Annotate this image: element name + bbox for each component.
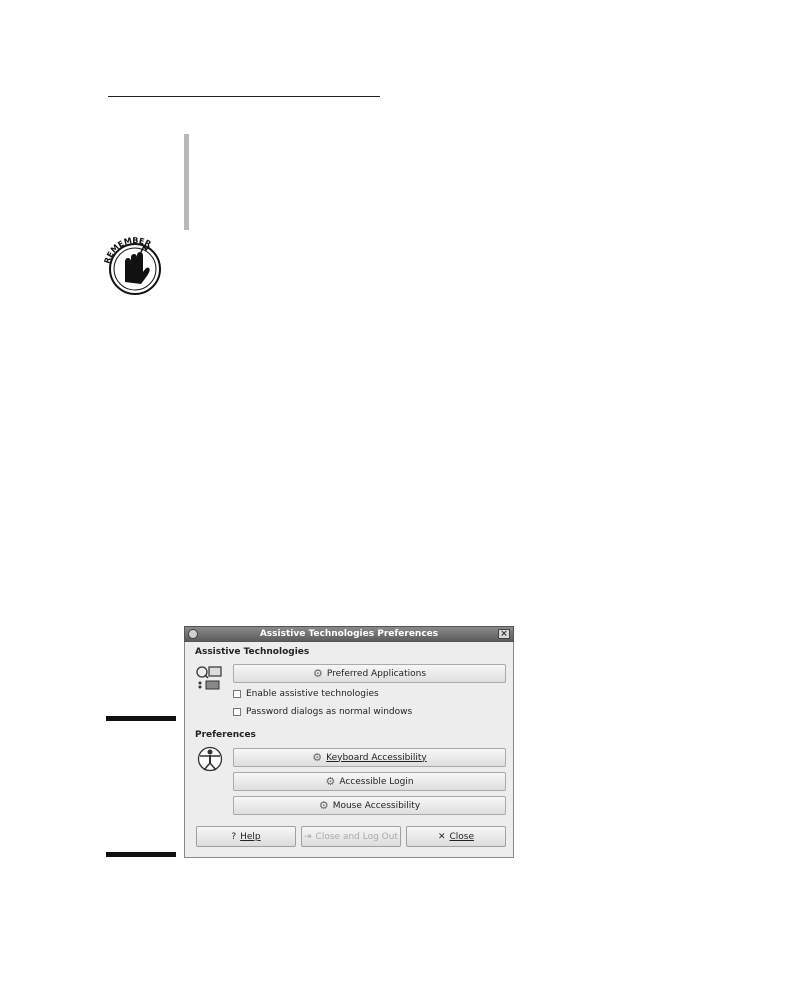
section-assistive-heading: Assistive Technologies [195, 647, 310, 657]
section-preferences-heading: Preferences [195, 730, 256, 740]
close-button[interactable]: ✕ Close [406, 826, 506, 847]
enable-assistive-checkbox[interactable]: Enable assistive technologies [233, 689, 379, 699]
sidebar-accent-bar [184, 134, 189, 230]
margin-rule-upper [106, 716, 176, 721]
preferences-dialog: Assistive Technologies Preferences × Ass… [184, 626, 514, 858]
accessible-login-button[interactable]: ⚙ Accessible Login [233, 772, 506, 791]
help-label: Help [240, 831, 261, 842]
dialog-title: Assistive Technologies Preferences [259, 629, 439, 639]
close-and-log-out-button[interactable]: ⇥ Close and Log Out [301, 826, 401, 847]
close-icon: ✕ [437, 831, 446, 842]
close-label: Close [449, 831, 475, 842]
window-menu-icon[interactable] [188, 629, 198, 639]
mouse-accessibility-button[interactable]: ⚙ Mouse Accessibility [233, 796, 506, 815]
window-close-icon[interactable]: × [498, 629, 510, 639]
gear-icon: ⚙ [312, 667, 323, 680]
dialog-titlebar: Assistive Technologies Preferences × [184, 626, 514, 642]
keyboard-accessibility-label: Keyboard Accessibility [326, 752, 427, 763]
password-dialogs-checkbox[interactable]: Password dialogs as normal windows [233, 707, 412, 717]
preferred-applications-button[interactable]: ⚙ Preferred Applications [233, 664, 506, 683]
checkbox-box[interactable] [233, 690, 241, 698]
enable-assistive-label: Enable assistive technologies [246, 689, 379, 699]
top-rule [108, 96, 380, 97]
preferred-applications-label: Preferred Applications [326, 668, 427, 679]
gear-icon: ⚙ [312, 751, 323, 764]
remember-icon: REMEMBER [103, 236, 161, 295]
help-button[interactable]: ? Help [196, 826, 296, 847]
gear-icon: ⚙ [325, 775, 336, 788]
password-dialogs-label: Password dialogs as normal windows [246, 707, 413, 717]
gear-icon: ⚙ [318, 799, 329, 812]
help-icon: ? [231, 831, 237, 842]
margin-rule-lower [106, 852, 176, 857]
checkbox-box[interactable] [233, 708, 241, 716]
log-out-icon: ⇥ [304, 831, 312, 842]
vitruvian-man-icon [197, 746, 223, 772]
mouse-accessibility-label: Mouse Accessibility [332, 800, 421, 811]
keyboard-accessibility-button[interactable]: ⚙ Keyboard Accessibility [233, 748, 506, 767]
accessible-login-label: Accessible Login [339, 776, 414, 787]
accessibility-apps-icon [196, 666, 222, 690]
close-and-log-out-label: Close and Log Out [315, 831, 398, 842]
